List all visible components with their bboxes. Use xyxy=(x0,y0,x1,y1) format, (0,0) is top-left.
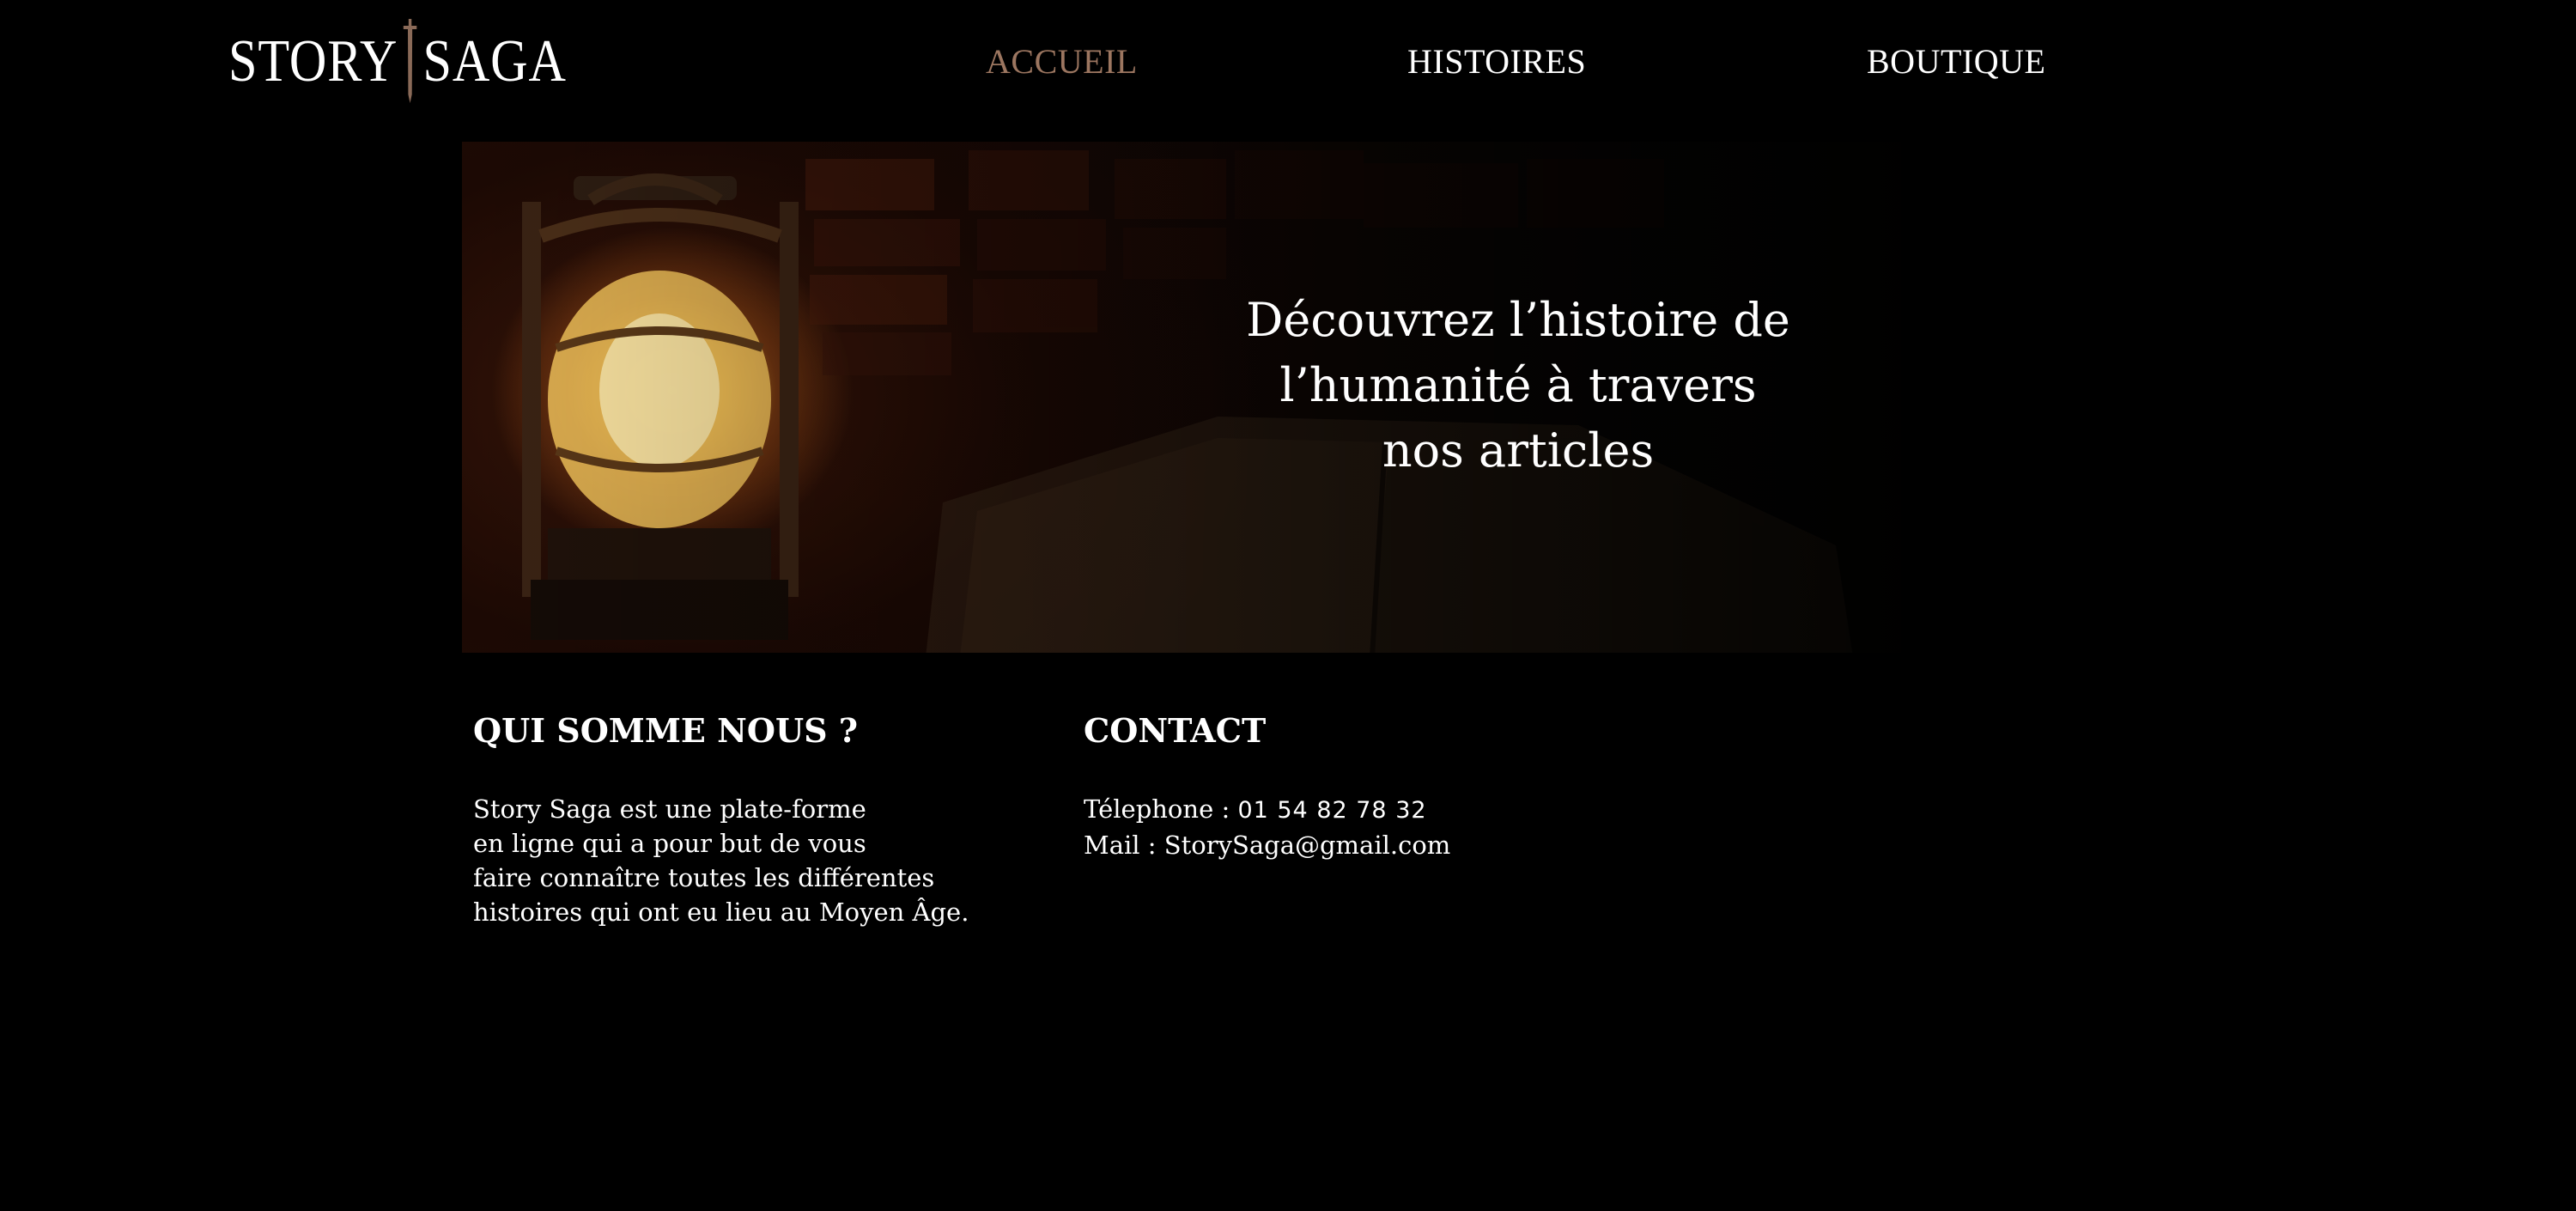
mail-address[interactable]: StorySaga@gmail.com xyxy=(1164,831,1451,860)
hero-title: Découvrez l’histoire de l’humanité à tra… xyxy=(1192,288,1844,484)
sword-icon xyxy=(404,19,417,103)
phone-label: Télephone : xyxy=(1084,794,1238,824)
hero-title-line: nos articles xyxy=(1382,423,1655,478)
about-line: en ligne qui a pour but de vous xyxy=(473,829,866,858)
hero-title-line: Découvrez l’histoire de xyxy=(1246,293,1790,347)
about-line: Story Saga est une plate-forme xyxy=(473,794,866,824)
nav-histoires[interactable]: HISTOIRES xyxy=(1407,41,1586,82)
contact-info: Télephone : 01 54 82 78 32 Mail : StoryS… xyxy=(1084,792,1450,862)
mail-label: Mail : xyxy=(1084,831,1164,860)
nav-accueil[interactable]: ACCUEIL xyxy=(986,41,1138,82)
contact-mail-row: Mail : StorySaga@gmail.com xyxy=(1084,828,1450,862)
contact-heading: CONTACT xyxy=(1084,711,1267,750)
site-logo[interactable]: STORY SAGA xyxy=(228,19,567,105)
logo-text-story: STORY xyxy=(228,28,398,94)
hero-title-line: l’humanité à travers xyxy=(1279,358,1757,412)
phone-number[interactable]: 01 54 82 78 32 xyxy=(1237,797,1426,824)
about-heading: QUI SOMME NOUS ? xyxy=(473,711,859,750)
contact-phone-row: Télephone : 01 54 82 78 32 xyxy=(1084,792,1450,828)
hero-banner: Découvrez l’histoire de l’humanité à tra… xyxy=(462,142,2106,653)
about-line: histoires qui ont eu lieu au Moyen Âge. xyxy=(473,898,969,927)
about-line: faire connaître toutes les différentes xyxy=(473,863,935,892)
nav-boutique[interactable]: BOUTIQUE xyxy=(1867,41,2045,82)
about-description: Story Saga est une plate-forme en ligne … xyxy=(473,792,969,929)
logo-text-saga: SAGA xyxy=(422,28,567,94)
